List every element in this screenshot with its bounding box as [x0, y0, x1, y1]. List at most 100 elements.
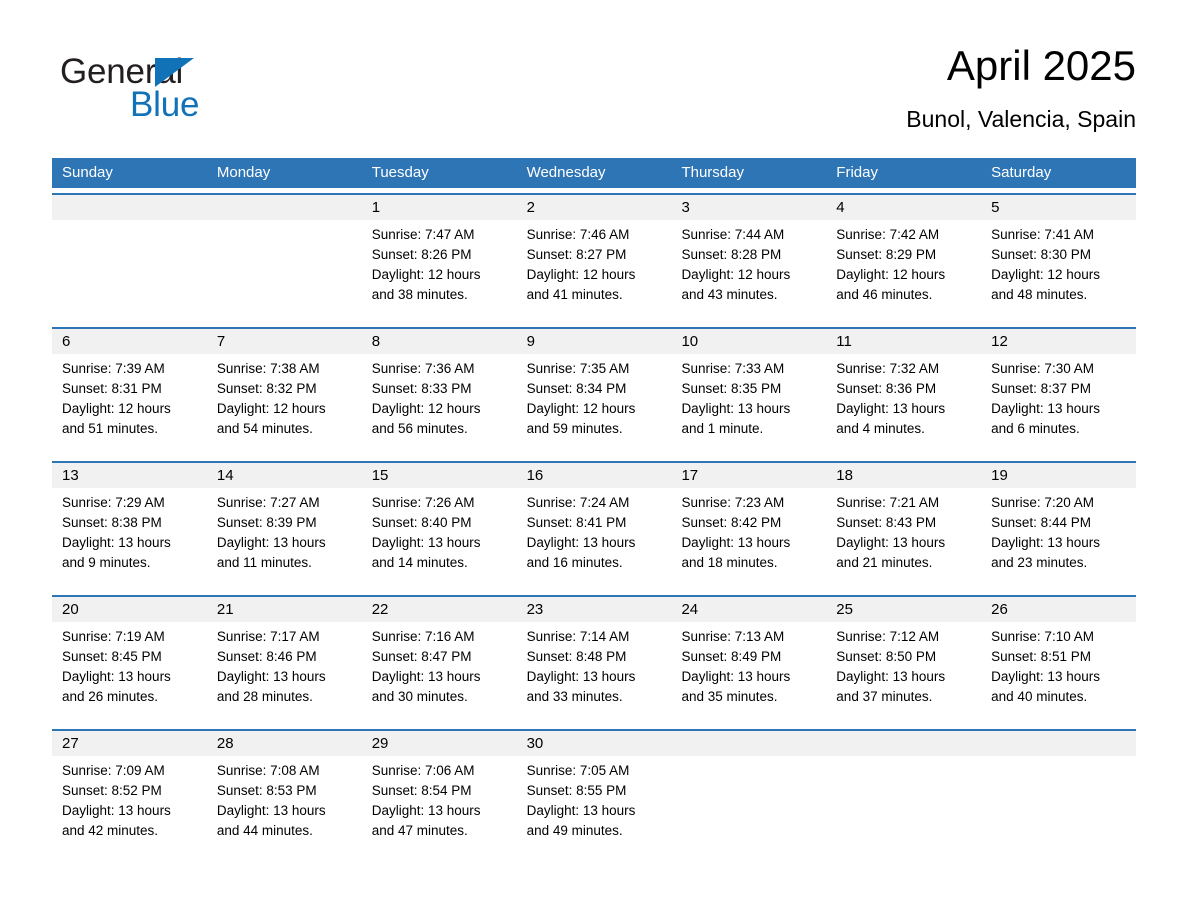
day-number[interactable]: 15 [362, 463, 517, 488]
day-number[interactable]: 26 [981, 597, 1136, 622]
day-cell[interactable]: Sunrise: 7:39 AM Sunset: 8:31 PM Dayligh… [52, 354, 207, 456]
day-number[interactable]: 12 [981, 329, 1136, 354]
daylight-text-line1: Daylight: 13 hours [216, 535, 326, 550]
day-number[interactable]: 2 [517, 195, 672, 220]
day-number[interactable]: 18 [826, 463, 981, 488]
weekday-header-wednesday: Wednesday [526, 164, 606, 181]
day-cell[interactable] [52, 220, 207, 322]
sunset-text: Sunset: 8:52 PM [62, 783, 162, 798]
day-cell[interactable]: Sunrise: 7:35 AM Sunset: 8:34 PM Dayligh… [517, 354, 672, 456]
day-number[interactable]: 6 [52, 329, 207, 354]
day-cell[interactable]: Sunrise: 7:47 AM Sunset: 8:26 PM Dayligh… [362, 220, 517, 322]
day-cell[interactable]: Sunrise: 7:14 AM Sunset: 8:48 PM Dayligh… [517, 622, 672, 724]
day-cell[interactable]: Sunrise: 7:13 AM Sunset: 8:49 PM Dayligh… [671, 622, 826, 724]
day-cell[interactable]: Sunrise: 7:42 AM Sunset: 8:29 PM Dayligh… [826, 220, 981, 322]
day-number[interactable]: 28 [207, 731, 362, 756]
day-cell[interactable]: Sunrise: 7:16 AM Sunset: 8:47 PM Dayligh… [362, 622, 517, 724]
daylight-text-line2: and 47 minutes. [371, 823, 468, 838]
day-number[interactable]: 17 [671, 463, 826, 488]
daylight-text-line2: and 21 minutes. [836, 555, 933, 570]
daylight-text-line1: Daylight: 12 hours [836, 267, 946, 282]
day-number[interactable]: 19 [981, 463, 1136, 488]
day-number[interactable]: 16 [517, 463, 672, 488]
day-number[interactable]: 9 [517, 329, 672, 354]
sunset-text: Sunset: 8:41 PM [526, 515, 627, 530]
day-number[interactable]: 10 [671, 329, 826, 354]
sunset-text: Sunset: 8:36 PM [836, 381, 937, 396]
day-cell[interactable]: Sunrise: 7:32 AM Sunset: 8:36 PM Dayligh… [826, 354, 981, 456]
day-cell[interactable]: Sunrise: 7:08 AM Sunset: 8:53 PM Dayligh… [207, 756, 362, 858]
day-number[interactable]: 1 [362, 195, 517, 220]
day-cell[interactable]: Sunrise: 7:06 AM Sunset: 8:54 PM Dayligh… [362, 756, 517, 858]
generalblue-logo[interactable]: General Blue [60, 52, 280, 132]
day-number[interactable]: 20 [52, 597, 207, 622]
day-number[interactable]: 4 [826, 195, 981, 220]
day-number[interactable]: 22 [362, 597, 517, 622]
day-cell[interactable]: Sunrise: 7:20 AM Sunset: 8:44 PM Dayligh… [981, 488, 1136, 590]
week-detail-row: Sunrise: 7:29 AM Sunset: 8:38 PM Dayligh… [52, 488, 1136, 590]
day-number[interactable]: 21 [207, 597, 362, 622]
sunset-text: Sunset: 8:28 PM [681, 247, 782, 262]
day-cell[interactable]: Sunrise: 7:24 AM Sunset: 8:41 PM Dayligh… [517, 488, 672, 590]
day-cell[interactable]: Sunrise: 7:09 AM Sunset: 8:52 PM Dayligh… [52, 756, 207, 858]
daylight-text-line2: and 46 minutes. [836, 287, 933, 302]
day-number[interactable]: 8 [362, 329, 517, 354]
day-cell[interactable]: Sunrise: 7:27 AM Sunset: 8:39 PM Dayligh… [207, 488, 362, 590]
day-number[interactable] [981, 731, 1136, 756]
daylight-text-line2: and 14 minutes. [371, 555, 468, 570]
day-number[interactable] [671, 731, 826, 756]
day-cell[interactable]: Sunrise: 7:44 AM Sunset: 8:28 PM Dayligh… [671, 220, 826, 322]
day-number[interactable] [826, 731, 981, 756]
daylight-text-line1: Daylight: 13 hours [526, 669, 636, 684]
day-cell[interactable] [981, 756, 1136, 858]
day-cell[interactable] [207, 220, 362, 322]
daylight-text-line2: and 1 minute. [681, 421, 764, 436]
day-number[interactable]: 29 [362, 731, 517, 756]
day-cell[interactable]: Sunrise: 7:10 AM Sunset: 8:51 PM Dayligh… [981, 622, 1136, 724]
daylight-text-line2: and 9 minutes. [62, 555, 151, 570]
day-cell[interactable]: Sunrise: 7:21 AM Sunset: 8:43 PM Dayligh… [826, 488, 981, 590]
day-number[interactable]: 23 [517, 597, 672, 622]
daylight-text-line2: and 59 minutes. [526, 421, 623, 436]
day-cell[interactable]: Sunrise: 7:30 AM Sunset: 8:37 PM Dayligh… [981, 354, 1136, 456]
day-number[interactable]: 11 [826, 329, 981, 354]
sunrise-text: Sunrise: 7:32 AM [836, 361, 940, 376]
day-cell[interactable]: Sunrise: 7:12 AM Sunset: 8:50 PM Dayligh… [826, 622, 981, 724]
day-cell[interactable]: Sunrise: 7:29 AM Sunset: 8:38 PM Dayligh… [52, 488, 207, 590]
day-cell[interactable]: Sunrise: 7:17 AM Sunset: 8:46 PM Dayligh… [207, 622, 362, 724]
daylight-text-line2: and 33 minutes. [526, 689, 623, 704]
day-number[interactable]: 25 [826, 597, 981, 622]
sunset-text: Sunset: 8:50 PM [836, 649, 937, 664]
day-cell[interactable]: Sunrise: 7:36 AM Sunset: 8:33 PM Dayligh… [362, 354, 517, 456]
sunset-text: Sunset: 8:53 PM [216, 783, 317, 798]
title-block: April 2025 Bunol, Valencia, Spain [906, 40, 1136, 134]
day-cell[interactable]: Sunrise: 7:23 AM Sunset: 8:42 PM Dayligh… [671, 488, 826, 590]
sunset-text: Sunset: 8:39 PM [216, 515, 317, 530]
day-number[interactable] [207, 195, 362, 220]
day-number[interactable]: 7 [207, 329, 362, 354]
day-cell[interactable]: Sunrise: 7:19 AM Sunset: 8:45 PM Dayligh… [52, 622, 207, 724]
daylight-text-line1: Daylight: 12 hours [216, 401, 326, 416]
day-number[interactable]: 3 [671, 195, 826, 220]
sunset-text: Sunset: 8:54 PM [371, 783, 472, 798]
day-cell[interactable]: Sunrise: 7:41 AM Sunset: 8:30 PM Dayligh… [981, 220, 1136, 322]
sunset-text: Sunset: 8:35 PM [681, 381, 782, 396]
day-cell[interactable]: Sunrise: 7:33 AM Sunset: 8:35 PM Dayligh… [671, 354, 826, 456]
week-detail-row: Sunrise: 7:19 AM Sunset: 8:45 PM Dayligh… [52, 622, 1136, 724]
day-cell[interactable]: Sunrise: 7:05 AM Sunset: 8:55 PM Dayligh… [517, 756, 672, 858]
day-number[interactable]: 27 [52, 731, 207, 756]
day-number[interactable]: 14 [207, 463, 362, 488]
day-number[interactable]: 13 [52, 463, 207, 488]
day-cell[interactable]: Sunrise: 7:38 AM Sunset: 8:32 PM Dayligh… [207, 354, 362, 456]
day-cell[interactable] [671, 756, 826, 858]
sunrise-text: Sunrise: 7:27 AM [216, 495, 320, 510]
day-cell[interactable] [826, 756, 981, 858]
day-number[interactable]: 5 [981, 195, 1136, 220]
day-number[interactable]: 30 [517, 731, 672, 756]
day-number[interactable] [52, 195, 207, 220]
page-title: April 2025 [946, 42, 1136, 89]
day-cell[interactable]: Sunrise: 7:46 AM Sunset: 8:27 PM Dayligh… [517, 220, 672, 322]
day-cell[interactable]: Sunrise: 7:26 AM Sunset: 8:40 PM Dayligh… [362, 488, 517, 590]
day-number[interactable]: 24 [671, 597, 826, 622]
daylight-text-line2: and 42 minutes. [62, 823, 159, 838]
